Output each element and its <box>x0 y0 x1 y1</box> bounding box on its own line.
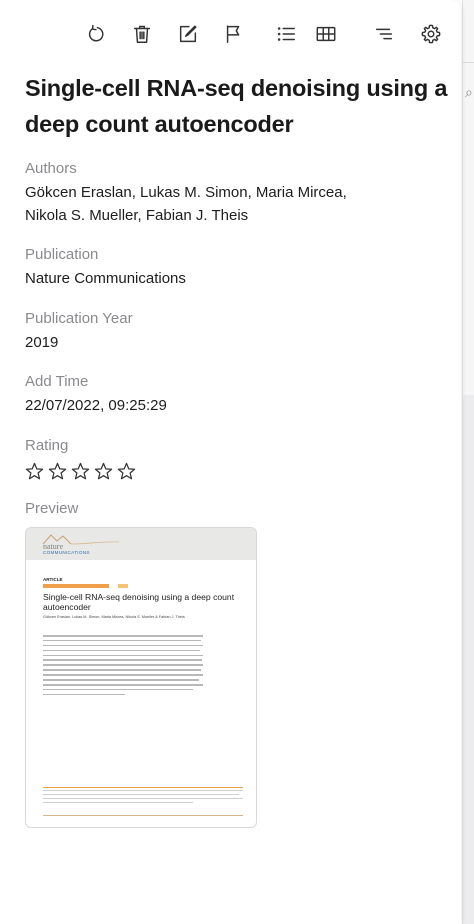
preview-thumbnail[interactable]: nature COMMUNICATIONS ARTICLE Single-cel… <box>25 527 257 828</box>
star-4-icon[interactable] <box>94 462 113 481</box>
preview-field: Preview <box>25 499 78 519</box>
list-icon <box>277 27 295 41</box>
background-panel <box>463 395 474 924</box>
background-window: ⌕ <box>462 0 474 924</box>
add-time-value: 22/07/2022, 09:25:29 <box>25 397 167 414</box>
year-field: Publication Year 2019 <box>25 309 133 354</box>
star-5-icon[interactable] <box>117 462 136 481</box>
table-view-button[interactable] <box>314 22 338 46</box>
journal-logo-communications: COMMUNICATIONS <box>43 550 90 555</box>
add-time-field: Add Time 22/07/2022, 09:25:29 <box>25 372 167 417</box>
preview-footer-bar <box>43 815 243 817</box>
open-access-tag <box>43 584 109 588</box>
sort-lines-icon <box>375 28 393 40</box>
star-1-icon[interactable] <box>25 462 44 481</box>
publication-value: Nature Communications <box>25 270 186 287</box>
preview-paper-title: Single-cell RNA-seq denoising using a de… <box>43 592 235 612</box>
edit-icon <box>179 25 197 43</box>
authors-label: Authors <box>25 160 77 177</box>
flag-button[interactable] <box>222 22 246 46</box>
publication-field: Publication Nature Communications <box>25 245 186 290</box>
open-access-badge <box>118 584 128 588</box>
refresh-icon <box>88 24 104 42</box>
edit-button[interactable] <box>176 22 200 46</box>
settings-button[interactable] <box>419 22 443 46</box>
authors-line-2: Nikola S. Mueller, Fabian J. Theis <box>25 207 249 224</box>
refresh-button[interactable] <box>84 22 108 46</box>
delete-button[interactable] <box>130 22 154 46</box>
table-icon <box>316 26 336 42</box>
background-divider <box>463 62 474 63</box>
star-2-icon[interactable] <box>48 462 67 481</box>
paper-title: Single-cell RNA-seq denoising using a de… <box>25 75 448 137</box>
preview-footnote-lines <box>43 790 243 806</box>
preview-abstract-lines <box>43 635 203 699</box>
preview-paper-authors: Gökcen Eraslan, Lukas M. Simon, Maria Mi… <box>43 615 185 619</box>
year-value: 2019 <box>25 334 59 351</box>
preview-footer-rule <box>43 787 243 788</box>
list-view-button[interactable] <box>274 22 298 46</box>
gear-icon <box>421 24 441 44</box>
flag-icon <box>226 25 240 43</box>
rating-field: Rating <box>25 436 136 481</box>
paper-detail-panel: Single-cell RNA-seq denoising using a de… <box>0 0 461 924</box>
detail-toolbar <box>0 0 461 68</box>
article-tag: ARTICLE <box>43 577 63 582</box>
year-label: Publication Year <box>25 310 133 327</box>
rating-label: Rating <box>25 437 69 454</box>
preview-label: Preview <box>25 500 79 517</box>
sort-button[interactable] <box>372 22 396 46</box>
authors-line-1: Gökcen Eraslan, Lukas M. Simon, Maria Mi… <box>25 184 347 201</box>
star-3-icon[interactable] <box>71 462 90 481</box>
trash-icon <box>133 25 151 43</box>
publication-label: Publication <box>25 246 99 263</box>
add-time-label: Add Time <box>25 373 89 390</box>
background-search-icon: ⌕ <box>465 84 473 100</box>
rating-stars <box>25 462 136 481</box>
authors-field: Authors Gökcen Eraslan, Lukas M. Simon, … <box>25 159 347 227</box>
